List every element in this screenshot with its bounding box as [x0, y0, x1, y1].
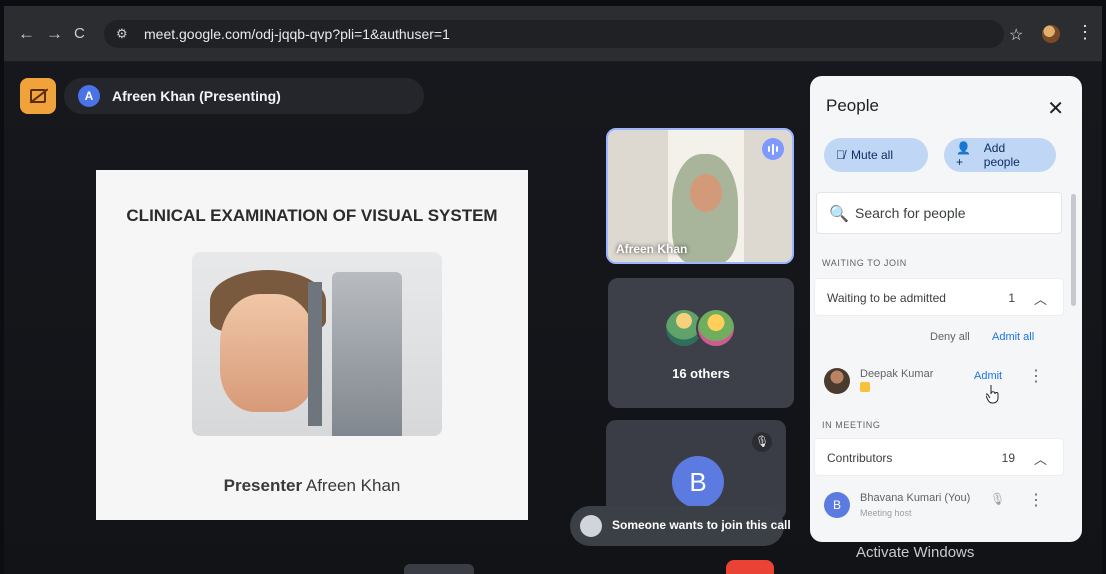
speaking-indicator-icon: [762, 138, 784, 160]
waiting-group-label: Waiting to be admitted: [827, 291, 946, 305]
list-item: B Bhavana Kumari (You) Meeting host 🎙 ⋮: [814, 486, 1064, 528]
meeting-section-label: IN MEETING: [822, 420, 881, 430]
back-icon[interactable]: ←: [18, 24, 35, 44]
join-request-toast[interactable]: Someone wants to join this call: [570, 506, 791, 546]
other-avatar: [696, 308, 736, 348]
stop-presenting-button[interactable]: [20, 78, 56, 114]
chevron-up-icon[interactable]: ︿: [1034, 289, 1047, 308]
add-person-icon: 👤+: [956, 141, 971, 169]
search-icon: 🔍: [829, 206, 849, 223]
close-icon[interactable]: ✕: [1047, 96, 1064, 121]
people-panel-title: People: [826, 96, 879, 115]
admit-all-button[interactable]: Admit all: [992, 331, 1034, 343]
others-tile[interactable]: 16 others: [608, 278, 794, 408]
slide-presenter-line: Presenter Afreen Khan: [96, 476, 528, 496]
waiting-group[interactable]: Waiting to be admitted 1 ︿: [814, 278, 1064, 316]
deny-all-button[interactable]: Deny all: [930, 331, 970, 343]
forward-icon[interactable]: →: [46, 24, 63, 44]
contributors-label: Contributors: [827, 451, 893, 465]
person-name: Deepak Kumar: [860, 368, 934, 380]
bookmark-star-icon[interactable]: ☆: [1009, 25, 1023, 45]
presenter-banner: A Afreen Khan (Presenting): [64, 78, 424, 114]
people-panel: People ✕ 🎙̸ Mute all 👤+ Add people 🔍 Sea…: [810, 76, 1082, 542]
slide-presenter-name: Afreen Khan: [305, 476, 401, 495]
avatar: [824, 368, 850, 394]
contributors-group[interactable]: Contributors 19 ︿: [814, 438, 1064, 476]
browser-toolbar: ← → C ⚙ meet.google.com/odj-jqqb-qvp?pli…: [4, 6, 1102, 62]
video-person-face: [690, 174, 722, 212]
more-options-icon[interactable]: ⋮: [1028, 366, 1044, 386]
site-settings-icon[interactable]: ⚙: [116, 26, 128, 42]
search-input[interactable]: 🔍 Search for people: [816, 192, 1062, 234]
slide-image-chinrest: [308, 282, 322, 426]
requester-avatar: [580, 515, 602, 537]
scrollbar[interactable]: [1071, 194, 1076, 306]
control-bar-button[interactable]: [404, 564, 474, 574]
mic-off-icon: 🎙̸: [836, 148, 845, 162]
address-bar[interactable]: ⚙ meet.google.com/odj-jqqb-qvp?pli=1&aut…: [104, 20, 1004, 48]
external-badge-icon: [860, 382, 870, 392]
reload-icon[interactable]: C: [74, 24, 85, 44]
mic-off-icon: 🎙: [990, 492, 1006, 506]
participant-tile-b[interactable]: 🎙 B: [606, 420, 786, 520]
participant-tile-video[interactable]: Afreen Khan: [606, 128, 794, 264]
contributors-count: 19: [1001, 451, 1015, 465]
others-count-label: 16 others: [672, 366, 730, 381]
avatar: B: [824, 492, 850, 518]
add-people-button[interactable]: 👤+ Add people: [944, 138, 1056, 172]
slide-presenter-prefix: Presenter: [223, 476, 303, 495]
mute-all-button[interactable]: 🎙̸ Mute all: [824, 138, 928, 172]
more-options-icon[interactable]: ⋮: [1028, 490, 1044, 510]
activate-windows-watermark: Activate Windows: [856, 544, 975, 561]
waiting-group-count: 1: [1008, 291, 1015, 305]
mic-off-icon: 🎙: [752, 432, 772, 452]
slide-image-slit-lamp: [332, 272, 402, 436]
present-off-icon: [30, 89, 46, 103]
mute-all-label: Mute all: [851, 148, 894, 162]
search-placeholder: Search for people: [855, 205, 966, 221]
profile-avatar[interactable]: [1042, 25, 1060, 43]
participant-avatar: B: [672, 456, 724, 508]
admit-button[interactable]: Admit: [974, 370, 1002, 382]
toast-text: Someone wants to join this call: [612, 518, 791, 532]
presenter-label: Afreen Khan (Presenting): [112, 88, 281, 104]
slide-image: [192, 252, 442, 436]
participant-name: Afreen Khan: [616, 242, 688, 256]
slide-title: CLINICAL EXAMINATION OF VISUAL SYSTEM: [126, 206, 498, 225]
add-people-label: Add people: [983, 141, 1020, 169]
waiting-section-label: WAITING TO JOIN: [822, 258, 907, 268]
presenter-avatar: A: [78, 85, 100, 107]
chevron-up-icon[interactable]: ︿: [1034, 449, 1047, 468]
slide-image-face: [220, 294, 316, 412]
browser-menu-icon[interactable]: ⋮: [1076, 22, 1094, 43]
screenshot-frame: ← → C ⚙ meet.google.com/odj-jqqb-qvp?pli…: [0, 0, 1106, 574]
hand-cursor-icon: [986, 385, 999, 404]
url-text: meet.google.com/odj-jqqb-qvp?pli=1&authu…: [144, 26, 450, 42]
person-role: Meeting host: [860, 508, 912, 518]
leave-call-button[interactable]: [726, 560, 774, 574]
person-name: Bhavana Kumari (You): [860, 492, 971, 504]
list-item: Deepak Kumar Admit ⋮: [814, 362, 1064, 404]
presentation-slide: CLINICAL EXAMINATION OF VISUAL SYSTEM Pr…: [96, 170, 528, 520]
